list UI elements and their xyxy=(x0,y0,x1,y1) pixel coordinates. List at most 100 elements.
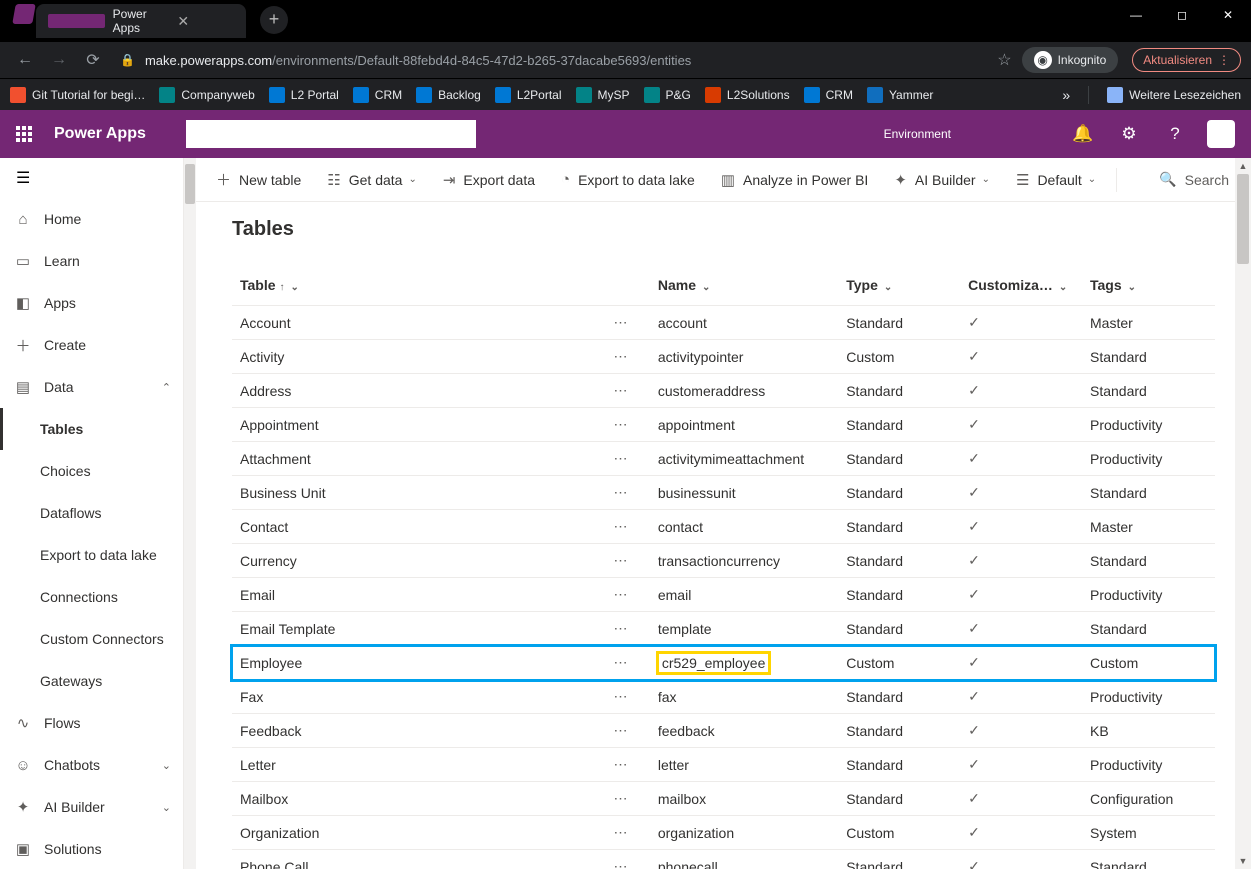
bookmark-item[interactable]: Yammer xyxy=(867,87,933,103)
row-actions-button[interactable]: ⋯ xyxy=(606,374,650,408)
nav-collapse-button[interactable]: ☰ xyxy=(0,158,183,198)
row-actions-button[interactable]: ⋯ xyxy=(606,612,650,646)
table-row[interactable]: Phone Call⋯phonecallStandard✓Standard xyxy=(232,850,1215,869)
row-actions-button[interactable]: ⋯ xyxy=(606,510,650,544)
nav-item-data[interactable]: ▤Data⌃ xyxy=(0,366,183,408)
help-icon[interactable]: ? xyxy=(1153,110,1197,158)
browser-tab[interactable]: Power Apps ✕ xyxy=(36,4,246,38)
table-row[interactable]: Currency⋯transactioncurrencyStandard✓Sta… xyxy=(232,544,1215,578)
bookmark-item[interactable]: Companyweb xyxy=(159,87,254,103)
nav-item-solutions[interactable]: ▣Solutions xyxy=(0,828,183,869)
row-actions-button[interactable]: ⋯ xyxy=(606,680,650,714)
column-header-table[interactable]: Table↑⌄ xyxy=(232,265,606,306)
bookmark-item[interactable]: CRM xyxy=(804,87,853,103)
nav-item-flows[interactable]: ∿Flows xyxy=(0,702,183,744)
bookmark-item[interactable]: Git Tutorial for begi… xyxy=(10,87,145,103)
table-row[interactable]: Attachment⋯activitymimeattachmentStandar… xyxy=(232,442,1215,476)
bookmark-item[interactable]: P&G xyxy=(644,87,691,103)
table-row[interactable]: Business Unit⋯businessunitStandard✓Stand… xyxy=(232,476,1215,510)
nav-item-apps[interactable]: ◧Apps xyxy=(0,282,183,324)
bookmark-folder[interactable]: Weitere Lesezeichen xyxy=(1107,87,1241,103)
row-actions-button[interactable]: ⋯ xyxy=(606,442,650,476)
export-data-lake-button[interactable]: ◔Export to data lake xyxy=(551,158,705,201)
table-row[interactable]: Appointment⋯appointmentStandard✓Producti… xyxy=(232,408,1215,442)
row-actions-button[interactable]: ⋯ xyxy=(606,850,650,869)
bookmark-item[interactable]: L2 Portal xyxy=(269,87,339,103)
nav-forward-button[interactable]: → xyxy=(44,51,74,69)
incognito-badge[interactable]: ◉ Inkognito xyxy=(1022,47,1119,73)
column-header-type[interactable]: Type⌄ xyxy=(838,265,960,306)
nav-item-home[interactable]: ⌂Home xyxy=(0,198,183,240)
row-actions-button[interactable]: ⋯ xyxy=(606,306,650,340)
table-row[interactable]: Organization⋯organizationCustom✓System xyxy=(232,816,1215,850)
get-data-button[interactable]: ☷Get data⌄ xyxy=(317,158,427,201)
row-actions-button[interactable]: ⋯ xyxy=(606,714,650,748)
table-row[interactable]: Contact⋯contactStandard✓Master xyxy=(232,510,1215,544)
search-button[interactable]: 🔍Search xyxy=(1159,171,1241,188)
view-selector[interactable]: ☰Default⌄ xyxy=(1006,158,1106,201)
nav-sub-connections[interactable]: Connections xyxy=(0,576,183,618)
ai-builder-button[interactable]: ✦AI Builder⌄ xyxy=(884,158,1000,201)
settings-icon[interactable]: ⚙ xyxy=(1107,110,1151,158)
row-actions-button[interactable]: ⋯ xyxy=(606,748,650,782)
browser-update-button[interactable]: Aktualisieren ⋮ xyxy=(1132,48,1241,72)
url-field[interactable]: 🔒 make.powerapps.com/environments/Defaul… xyxy=(112,53,987,68)
nav-reload-button[interactable]: ⟳ xyxy=(78,50,108,70)
bookmark-item[interactable]: CRM xyxy=(353,87,402,103)
nav-sub-custom-connectors[interactable]: Custom Connectors xyxy=(0,618,183,660)
nav-sub-tables[interactable]: Tables xyxy=(0,408,183,450)
row-actions-button[interactable]: ⋯ xyxy=(606,646,650,680)
nav-sub-dataflows[interactable]: Dataflows xyxy=(0,492,183,534)
row-actions-button[interactable]: ⋯ xyxy=(606,816,650,850)
nav-sub-export-to-data-lake[interactable]: Export to data lake xyxy=(0,534,183,576)
new-tab-button[interactable]: + xyxy=(260,6,288,34)
column-header-customizable[interactable]: Customiza…⌄ xyxy=(960,265,1082,306)
row-actions-button[interactable]: ⋯ xyxy=(606,544,650,578)
nav-item-ai-builder[interactable]: ✦AI Builder⌄ xyxy=(0,786,183,828)
table-row[interactable]: Mailbox⋯mailboxStandard✓Configuration xyxy=(232,782,1215,816)
close-tab-icon[interactable]: ✕ xyxy=(177,13,234,30)
table-row[interactable]: Fax⋯faxStandard✓Productivity xyxy=(232,680,1215,714)
table-row[interactable]: Email Template⋯templateStandard✓Standard xyxy=(232,612,1215,646)
column-header-name[interactable]: Name⌄ xyxy=(650,265,838,306)
table-row[interactable]: Account⋯accountStandard✓Master xyxy=(232,306,1215,340)
table-row[interactable]: Email⋯emailStandard✓Productivity xyxy=(232,578,1215,612)
row-actions-button[interactable]: ⋯ xyxy=(606,476,650,510)
table-row[interactable]: Employee⋯cr529_employeeCustom✓Custom xyxy=(232,646,1215,680)
bookmark-item[interactable]: MySP xyxy=(576,87,630,103)
splitter[interactable] xyxy=(184,158,196,869)
export-data-button[interactable]: ⇥Export data xyxy=(433,158,545,201)
scroll-down-icon[interactable]: ▼ xyxy=(1235,853,1251,869)
nav-sub-choices[interactable]: Choices xyxy=(0,450,183,492)
row-actions-button[interactable]: ⋯ xyxy=(606,578,650,612)
scroll-up-icon[interactable]: ▲ xyxy=(1235,158,1251,174)
bookmark-item[interactable]: L2Portal xyxy=(495,87,562,103)
bookmark-item[interactable]: L2Solutions xyxy=(705,87,790,103)
app-launcher-button[interactable] xyxy=(0,126,48,142)
nav-sub-gateways[interactable]: Gateways xyxy=(0,660,183,702)
table-row[interactable]: Address⋯customeraddressStandard✓Standard xyxy=(232,374,1215,408)
bookmark-star-icon[interactable]: ☆ xyxy=(997,50,1011,70)
environment-selector[interactable] xyxy=(186,120,476,148)
nav-back-button[interactable]: ← xyxy=(10,51,40,69)
row-actions-button[interactable]: ⋯ xyxy=(606,340,650,374)
analyze-powerbi-button[interactable]: ▥Analyze in Power BI xyxy=(711,158,878,201)
window-close-button[interactable]: ✕ xyxy=(1205,0,1251,30)
column-header-tags[interactable]: Tags⌄ xyxy=(1082,265,1215,306)
table-row[interactable]: Letter⋯letterStandard✓Productivity xyxy=(232,748,1215,782)
window-maximize-button[interactable]: ◻ xyxy=(1159,0,1205,30)
nav-item-learn[interactable]: ▭Learn xyxy=(0,240,183,282)
bookmark-overflow-icon[interactable]: » xyxy=(1062,87,1070,103)
row-actions-button[interactable]: ⋯ xyxy=(606,782,650,816)
row-actions-button[interactable]: ⋯ xyxy=(606,408,650,442)
nav-item-chatbots[interactable]: ☺Chatbots⌄ xyxy=(0,744,183,786)
user-avatar[interactable] xyxy=(1199,110,1243,158)
notifications-icon[interactable]: 🔔 xyxy=(1061,110,1105,158)
nav-item-create[interactable]: ＋Create xyxy=(0,324,183,366)
new-table-button[interactable]: ＋New table xyxy=(206,158,311,201)
bookmark-item[interactable]: Backlog xyxy=(416,87,481,103)
table-row[interactable]: Feedback⋯feedbackStandard✓KB xyxy=(232,714,1215,748)
table-row[interactable]: Activity⋯activitypointerCustom✓Standard xyxy=(232,340,1215,374)
scrollbar[interactable]: ▲ ▼ xyxy=(1235,158,1251,869)
window-minimize-button[interactable]: — xyxy=(1113,0,1159,30)
